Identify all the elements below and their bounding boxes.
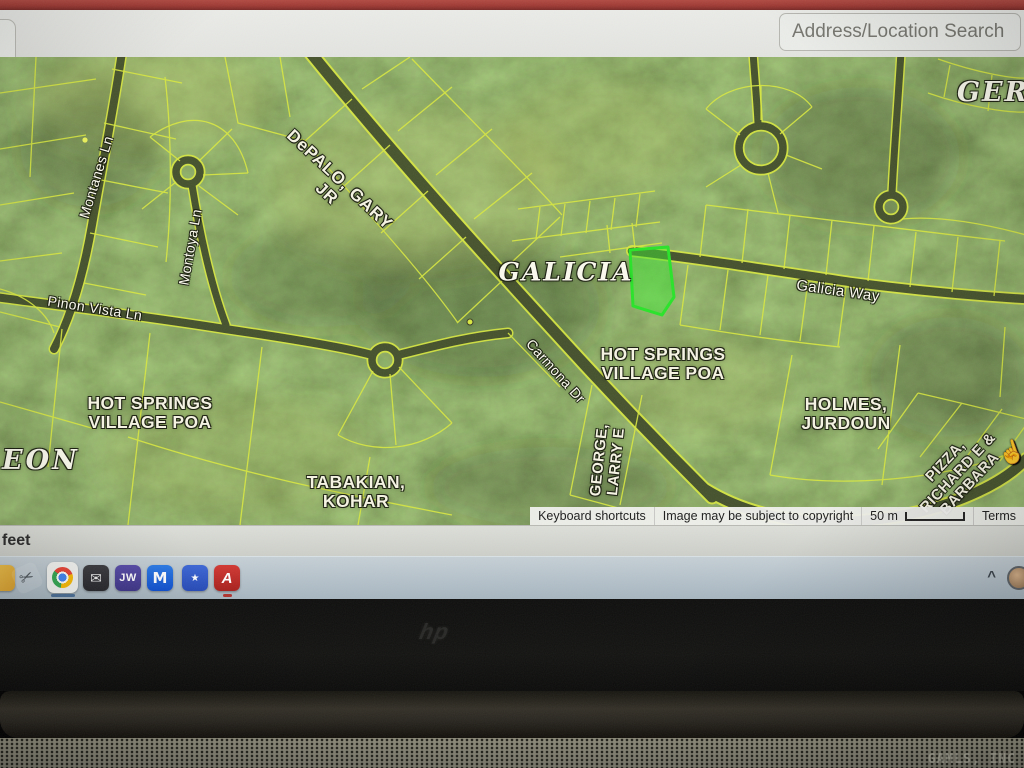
owner-label-line: HOT SPRINGS — [601, 345, 726, 364]
parcel-dot — [467, 319, 473, 325]
site-scale-bar: feet — [0, 525, 1024, 556]
malwarebytes-icon[interactable]: M — [147, 565, 173, 591]
keyboard-shortcuts-link[interactable]: Keyboard shortcuts — [530, 507, 654, 525]
map-scale-label: 50 m — [870, 509, 898, 523]
parcel-dot — [82, 137, 87, 142]
scale-unit-label: feet — [2, 532, 30, 550]
map-attribution-bar: Keyboard shortcuts Image may be subject … — [530, 507, 1024, 525]
jw-library-icon[interactable]: JW — [115, 565, 141, 591]
owner-label-line: HOT SPRINGS — [88, 394, 213, 413]
laptop-hinge — [0, 691, 1024, 738]
owner-label-line: VILLAGE POA — [601, 364, 726, 383]
subdivision-label-leon: LEON — [0, 445, 80, 476]
chrome-logo — [52, 567, 73, 588]
owner-label-line: TABAKIAN, — [307, 473, 406, 492]
subdivision-label-gero: GERO — [957, 77, 1024, 108]
owner-label-line: VILLAGE POA — [88, 413, 213, 432]
laptop-speaker-deck: GAMLS, INC — [0, 738, 1024, 768]
site-header-bar — [0, 10, 1024, 57]
owner-label-holmes: HOLMES, JURDOUN — [801, 395, 890, 434]
tray-avatar[interactable] — [1007, 566, 1024, 590]
owner-label-tabakian: TABAKIAN, KOHAR — [307, 473, 406, 512]
map-scale-bar — [905, 512, 965, 521]
chrome-active-indicator — [51, 594, 75, 597]
copyright-notice: Image may be subject to copyright — [654, 507, 861, 525]
snipping-tool-icon[interactable]: ✂ — [10, 561, 45, 596]
laptop-bezel: hp — [0, 599, 1024, 691]
acrobat-active-indicator — [223, 594, 232, 597]
owner-label-line: JURDOUN — [801, 414, 890, 433]
tray-expand-chevron[interactable]: ^ — [987, 568, 996, 585]
owner-label-hsv-poa-left: HOT SPRINGS VILLAGE POA — [88, 394, 213, 433]
browser-window-edge — [0, 0, 1024, 10]
owner-label-line: KOHAR — [307, 492, 406, 511]
subdivision-label-galicia: GALICIA — [498, 258, 633, 287]
map-canvas[interactable]: Montanes Ln Montoya Ln Pinon Vista Ln Ca… — [0, 57, 1024, 525]
address-location-search-input[interactable] — [779, 13, 1021, 51]
map-scale: 50 m — [861, 507, 973, 525]
acrobat-icon[interactable]: A — [214, 565, 240, 591]
chrome-icon[interactable] — [47, 562, 78, 593]
hp-logo: hp — [417, 619, 451, 645]
owner-label-hsv-poa-right: HOT SPRINGS VILLAGE POA — [601, 345, 726, 384]
photo-watermark: GAMLS, INC — [928, 752, 1016, 767]
owner-label-line: HOLMES, — [801, 395, 890, 414]
mail-app-icon[interactable]: ✉ — [83, 565, 109, 591]
terms-link[interactable]: Terms — [973, 507, 1024, 525]
blue-utility-app-icon[interactable]: ★ — [182, 565, 208, 591]
selected-parcel-highlight[interactable] — [630, 247, 674, 315]
windows-taskbar: ✂ ✉ JW M ★ A ^ — [0, 556, 1024, 599]
